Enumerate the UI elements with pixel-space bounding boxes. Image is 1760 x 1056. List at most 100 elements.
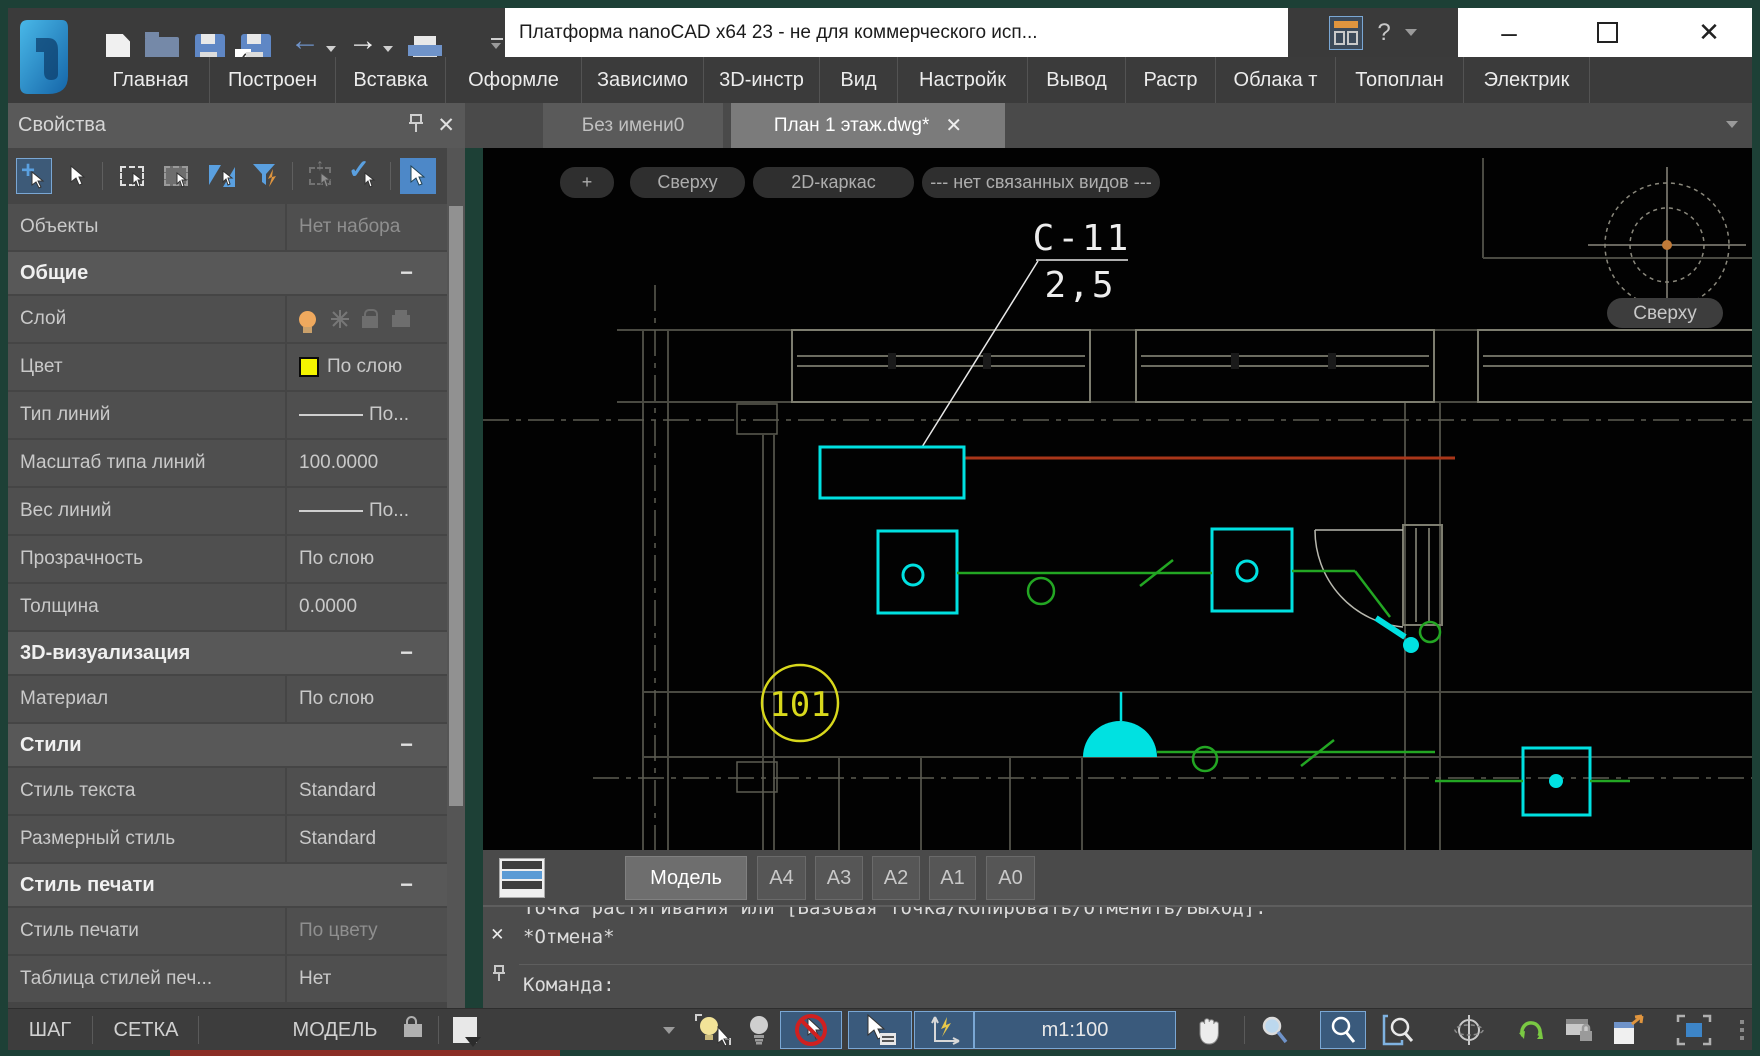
nav-view-label[interactable]: Сверху [1633,303,1697,324]
filter-lightning-icon[interactable] [248,158,284,194]
sheet-list-icon[interactable] [499,858,545,898]
viewport-view-control[interactable]: Сверху [630,167,745,198]
ribbon-interface-icon[interactable] [1329,16,1363,50]
flip-select-icon[interactable] [204,158,240,194]
paper-space-icon[interactable] [446,1011,484,1049]
close-button[interactable]: ✕ [1686,8,1732,57]
tab-postroenie[interactable]: Построен [210,57,336,103]
help-icon[interactable]: ? [1377,19,1390,47]
property-row-color[interactable]: Цвет По слою [8,344,447,390]
export-sheet-icon[interactable] [1604,1011,1650,1049]
preview-frame-icon[interactable] [1670,1011,1718,1049]
highlight-bulb-icon[interactable] [690,1011,736,1049]
tab-vyvod[interactable]: Вывод [1028,57,1126,103]
selection-dropdown-icon[interactable] [663,1027,675,1034]
viewport-visual-style-control[interactable]: 2D-каркас [753,167,914,198]
scrollbar-thumb[interactable] [449,206,463,806]
doc-tab-plan-active[interactable]: План 1 этаж.dwg* ✕ [731,103,1005,148]
tab-topoplan[interactable]: Топоплан [1336,57,1464,103]
zoom-window-icon[interactable] [1376,1011,1422,1049]
redo-icon[interactable]: → [348,26,378,56]
rect-crossing-select-icon[interactable] [158,158,194,194]
add-select-icon[interactable]: + [16,158,52,194]
regen-icon[interactable] [1510,1011,1552,1049]
rect-select-icon[interactable] [114,158,150,194]
layout-tab-a1[interactable]: А1 [929,856,976,900]
scale-field[interactable]: m1:100 [974,1011,1176,1049]
tab-rastr[interactable]: Растр [1126,57,1216,103]
command-line-panel[interactable]: ✕ Точка растягивания или [Базовая точка/… [483,905,1752,1008]
tab-oformlenie[interactable]: Оформле [446,57,582,103]
confirm-check-icon[interactable]: ✓ [346,158,382,194]
doc-tabs-dropdown-icon[interactable] [1726,121,1738,128]
collapse-icon[interactable]: − [400,640,413,666]
pointer-icon[interactable] [60,158,96,194]
redo-dropdown-icon[interactable] [383,46,393,52]
no-select-cursor-icon[interactable] [780,1011,842,1049]
circuit-value[interactable]: 2,5 [1044,265,1115,306]
layout-tab-model[interactable]: Модель [625,856,747,900]
property-row[interactable]: Стиль печати По цвету [8,908,447,954]
circuit-label[interactable]: C-11 [1033,218,1132,259]
viewport-linked-views-control[interactable]: --- нет связанных видов --- [922,167,1160,198]
property-row[interactable]: Таблица стилей печ... Нет [8,956,447,1002]
tab-vstavka[interactable]: Вставка [336,57,446,103]
bulb-icon[interactable] [744,1011,774,1049]
property-row[interactable]: Толщина 0.0000 [8,584,447,630]
pan-hand-icon[interactable] [1188,1011,1232,1049]
property-row-linetype[interactable]: Тип линий По... [8,392,447,438]
tab-zavisimosti[interactable]: Зависимо [582,57,704,103]
model-space-toggle[interactable]: МОДЕЛЬ [276,1009,394,1051]
section-header[interactable]: 3D-визуализация − [8,632,447,674]
panel-scrollbar[interactable] [447,148,465,1008]
layout-tab-a0[interactable]: А0 [986,856,1035,900]
help-dropdown-icon[interactable] [1405,29,1417,36]
collapse-icon[interactable]: − [400,732,413,758]
room-number[interactable]: 101 [769,685,830,725]
layer-print-icon[interactable] [392,315,410,327]
nav-wheel[interactable]: Сверху [1588,167,1746,328]
property-row[interactable]: Материал По слою [8,676,447,722]
orbit-icon[interactable] [1446,1011,1492,1049]
layer-on-bulb-icon[interactable] [299,311,316,328]
property-row[interactable]: Прозрачность По слою [8,536,447,582]
grid-toggle[interactable]: СЕТКА [102,1009,190,1051]
section-header[interactable]: Общие − [8,252,447,294]
collapse-icon[interactable]: − [400,260,413,286]
pin-icon[interactable] [407,113,425,141]
tab-vid[interactable]: Вид [820,57,898,103]
close-command-icon[interactable]: ✕ [491,921,504,945]
collapse-icon[interactable]: − [400,872,413,898]
locked-sheet-icon[interactable] [1558,1011,1600,1049]
tab-oblaka-tochek[interactable]: Облака т [1216,57,1336,103]
property-row-lineweight[interactable]: Вес линий По... [8,488,447,534]
command-input[interactable]: Команда: [523,971,615,1000]
tab-3d-instrumenty[interactable]: 3D-инстр [704,57,820,103]
pin-command-icon[interactable] [492,965,506,988]
layout-tab-a3[interactable]: А3 [815,856,863,900]
snap-toggle[interactable]: ШАГ [18,1009,82,1051]
tab-nastroyki[interactable]: Настройк [898,57,1028,103]
tab-elektrik[interactable]: Электрик [1464,57,1590,103]
layer-freeze-icon[interactable] [330,309,350,329]
property-row[interactable]: Размерный стиль Standard [8,816,447,862]
maximize-button[interactable] [1584,8,1630,57]
property-row-layer[interactable]: Слой [8,296,447,342]
property-row[interactable]: Объекты Нет набора [8,204,447,250]
layer-lock-icon[interactable] [362,316,378,328]
layout-tab-a4[interactable]: А4 [757,856,806,900]
close-doc-icon[interactable]: ✕ [945,113,962,138]
pointer-mode-icon[interactable] [400,158,436,194]
dynamic-input-axis-icon[interactable] [914,1011,974,1049]
move-box-icon[interactable]: ↑ [302,158,338,194]
viewport-plus-control[interactable]: + [560,167,614,198]
resize-grip[interactable] [1724,1011,1746,1049]
electrical-blocks[interactable] [820,447,1590,815]
properties-panel-header[interactable]: Свойства ✕ [8,103,465,148]
drawing-canvas[interactable]: C-11 2,5 [483,148,1752,850]
cursor-context-menu-icon[interactable] [848,1011,912,1049]
property-row[interactable]: Стиль текста Standard [8,768,447,814]
tab-glavnaya[interactable]: Главная [92,57,210,103]
section-header[interactable]: Стили − [8,724,447,766]
luminaires[interactable] [1083,637,1563,788]
